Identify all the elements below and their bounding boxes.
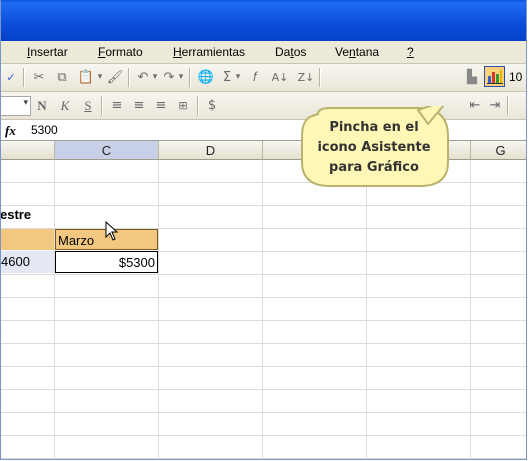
- font-size-dropdown[interactable]: ▾: [1, 96, 31, 116]
- toolbar-separator: [101, 96, 103, 115]
- menu-bar: Insertar Formato Herramientas Datos Vent…: [1, 41, 526, 64]
- toolbar-separator: [197, 96, 199, 115]
- bold-button[interactable]: N: [34, 97, 50, 114]
- align-left-icon[interactable]: ≡: [108, 97, 126, 114]
- paste-icon[interactable]: 📋: [77, 69, 95, 86]
- marzo-value-cell[interactable]: $5300: [55, 251, 158, 273]
- column-header-d[interactable]: D: [159, 141, 263, 160]
- toolbar-separator: [507, 96, 509, 115]
- hyperlink-icon[interactable]: 🌐: [197, 69, 215, 86]
- selected-cell-partial[interactable]: 4600: [1, 251, 54, 273]
- format-painter-icon[interactable]: 🖌: [106, 69, 124, 86]
- excel-window: Insertar Formato Herramientas Datos Vent…: [0, 0, 527, 460]
- chart-wizard-button[interactable]: [484, 66, 505, 87]
- title-bar: [1, 0, 526, 41]
- menu-datos[interactable]: Datos: [275, 45, 306, 59]
- menu-ventana[interactable]: Ventana: [335, 45, 379, 59]
- spelling-icon[interactable]: ✓: [3, 69, 19, 86]
- copy-icon[interactable]: ⧉: [54, 69, 70, 86]
- decrease-indent-icon[interactable]: ⇤: [467, 97, 483, 114]
- column-header-g[interactable]: G: [471, 141, 526, 160]
- paste-dropdown-icon[interactable]: ▾: [96, 69, 104, 86]
- toolbar-separator: [128, 68, 130, 87]
- sort-ascending-icon[interactable]: A↓: [271, 69, 289, 86]
- chart-wizard-callout: Pincha en el icono Asistente para Gráfic…: [298, 106, 450, 188]
- redo-icon[interactable]: ↷: [161, 69, 177, 86]
- align-center-icon[interactable]: ≡: [130, 97, 148, 114]
- chart-wizard-icon: [487, 70, 503, 84]
- formula-value[interactable]: 5300: [31, 123, 58, 137]
- cut-icon[interactable]: ✂: [31, 69, 47, 86]
- drawing-icon[interactable]: ▙: [463, 69, 481, 86]
- insert-function-icon[interactable]: 𝑓: [246, 69, 264, 86]
- toolbar-separator: [189, 68, 191, 87]
- column-header-c[interactable]: C: [55, 141, 159, 160]
- increase-indent-icon[interactable]: ⇥: [487, 97, 503, 114]
- menu-insertar[interactable]: Insertar: [27, 45, 68, 59]
- redo-dropdown-icon[interactable]: ▾: [177, 69, 185, 86]
- autosum-icon[interactable]: Σ: [220, 69, 234, 86]
- toolbar-separator: [23, 68, 25, 87]
- dropdown-arrow-icon: ▾: [23, 98, 28, 108]
- menu-ayuda[interactable]: ?: [407, 45, 414, 59]
- header-cell-partial[interactable]: [1, 229, 54, 250]
- undo-dropdown-icon[interactable]: ▾: [151, 69, 159, 86]
- currency-button[interactable]: $: [204, 97, 220, 114]
- sort-descending-icon[interactable]: Z↓: [297, 69, 315, 86]
- fx-icon[interactable]: fx: [5, 123, 16, 139]
- autosum-dropdown-icon[interactable]: ▾: [234, 69, 242, 86]
- undo-icon[interactable]: ↶: [135, 69, 151, 86]
- zoom-value[interactable]: 10: [509, 70, 522, 84]
- merge-center-icon[interactable]: ⊞: [174, 97, 192, 114]
- mouse-pointer-icon: [105, 221, 119, 241]
- trimester-title-cell[interactable]: estre: [1, 207, 31, 222]
- italic-button[interactable]: K: [57, 97, 73, 114]
- callout-text: Pincha en el icono Asistente para Gráfic…: [317, 120, 431, 175]
- menu-formato[interactable]: Formato: [98, 45, 143, 59]
- column-header-b[interactable]: [1, 141, 55, 160]
- toolbar-separator: [319, 68, 321, 87]
- standard-toolbar: ✓ ✂ ⧉ 📋 ▾ 🖌 ↶ ▾ ↷ ▾ 🌐 Σ ▾ 𝑓 A↓ Z↓ ▙ 10: [1, 64, 526, 92]
- menu-herramientas[interactable]: Herramientas: [173, 45, 245, 59]
- underline-button[interactable]: S: [80, 97, 96, 114]
- marzo-header-label: Marzo: [58, 233, 95, 248]
- align-right-icon[interactable]: ≡: [152, 97, 170, 114]
- marzo-value: $5300: [118, 255, 155, 270]
